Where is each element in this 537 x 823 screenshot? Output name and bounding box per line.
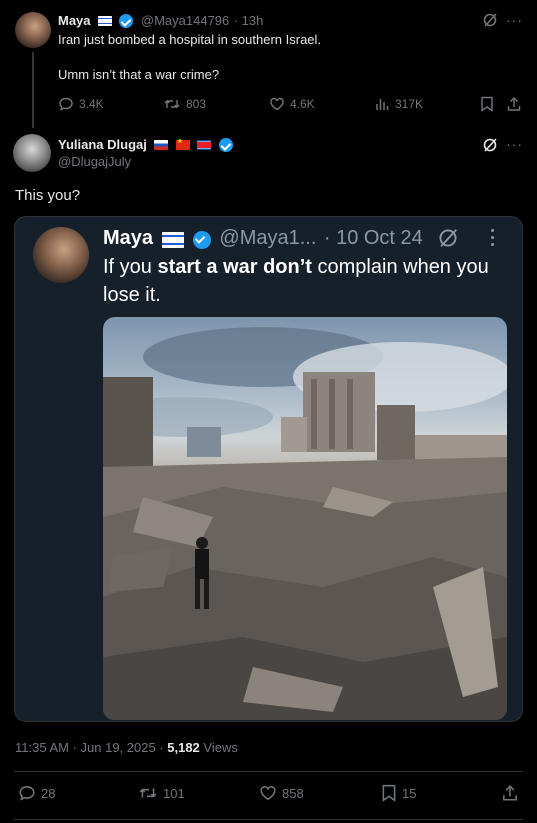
quoted-handle: @Maya1... — [219, 227, 317, 249]
heart-icon — [269, 96, 285, 112]
bookmark-button[interactable]: 15 — [381, 784, 416, 802]
thread-connector — [32, 52, 34, 128]
retweet-icon — [138, 784, 158, 802]
like-button[interactable]: 858 — [259, 784, 304, 802]
more-options-icon[interactable]: ··· — [506, 12, 523, 28]
bookmark-count: 15 — [402, 785, 417, 801]
verified-badge-icon[interactable] — [218, 137, 233, 152]
reply-icon — [58, 96, 74, 112]
share-icon[interactable] — [501, 784, 519, 802]
like-count: 4.6K — [290, 97, 315, 111]
views-count: 317K — [395, 97, 424, 111]
share-icon[interactable] — [506, 96, 522, 112]
tweet-time[interactable]: · 13h — [234, 13, 264, 28]
quoted-tweet-image[interactable]: Maya @Maya1... · 10 Oct 24 If you start … — [14, 216, 523, 722]
retweet-button[interactable]: 101 — [138, 784, 185, 802]
north-korea-flag-icon — [197, 139, 212, 150]
more-options-icon[interactable]: ··· — [506, 136, 523, 152]
heart-icon — [259, 784, 277, 802]
more-vertical-icon — [491, 229, 495, 246]
author-handle[interactable]: @Maya144796 — [141, 13, 229, 28]
views-button[interactable]: 317K — [374, 96, 423, 112]
grok-icon[interactable] — [482, 137, 498, 153]
reply-count: 3.4K — [79, 97, 104, 111]
main-tweet-text: This you? — [15, 187, 81, 204]
china-flag-icon — [175, 137, 190, 150]
israel-flag-icon — [162, 231, 185, 248]
author-name[interactable]: Maya — [58, 13, 91, 28]
retweet-button[interactable]: 803 — [163, 96, 206, 112]
verified-badge-icon — [192, 230, 211, 249]
bookmark-icon — [381, 784, 397, 802]
quoted-text-part: If you — [103, 256, 158, 278]
like-button[interactable]: 4.6K — [269, 96, 315, 112]
grok-icon[interactable] — [482, 12, 498, 28]
destroyed-city-photo — [103, 317, 507, 720]
author-handle[interactable]: @DlugajJuly — [58, 154, 131, 169]
russia-flag-icon — [154, 139, 169, 150]
divider — [14, 819, 523, 820]
parent-tweet-header: Maya @Maya144796 · 13h — [58, 12, 263, 30]
quoted-text: If you start a war don’t complain when y… — [103, 253, 503, 309]
like-count: 858 — [282, 785, 304, 801]
reply-count: 28 — [41, 785, 56, 801]
reply-button[interactable]: 28 — [18, 784, 55, 802]
grok-icon — [437, 227, 459, 249]
timestamp-text: 11:35 AM · Jun 19, 2025 · — [15, 740, 168, 755]
retweet-count: 803 — [186, 97, 207, 111]
retweet-icon — [163, 96, 181, 112]
quoted-author-name: Maya — [103, 227, 154, 249]
tweet-text-line-1: Iran just bombed a hospital in southern … — [58, 32, 322, 47]
views-label: Views — [199, 740, 238, 755]
views-chart-icon — [374, 96, 390, 112]
divider — [14, 771, 523, 772]
bookmark-icon[interactable] — [480, 96, 494, 112]
tweet-timestamp[interactable]: 11:35 AM · Jun 19, 2025 · 5,182 Views — [15, 740, 238, 755]
quoted-header: Maya @Maya1... · 10 Oct 24 — [103, 227, 423, 250]
avatar-maya[interactable] — [15, 12, 51, 48]
main-tweet-header: Yuliana Dlugaj — [58, 136, 233, 154]
israel-flag-icon — [97, 15, 112, 26]
verified-badge-icon[interactable] — [119, 13, 134, 28]
reply-icon — [18, 784, 36, 802]
reply-button[interactable]: 3.4K — [58, 96, 104, 112]
quoted-date: · 10 Oct 24 — [323, 227, 423, 249]
tweet-text-line-2: Umm isn’t that a war crime? — [58, 67, 220, 82]
quoted-avatar — [33, 227, 89, 283]
author-name[interactable]: Yuliana Dlugaj — [58, 137, 147, 152]
quoted-text-bold: start a war don’t — [157, 256, 312, 278]
views-number: 5,182 — [167, 740, 200, 755]
retweet-count: 101 — [163, 785, 185, 801]
avatar-yuliana[interactable] — [13, 134, 51, 172]
